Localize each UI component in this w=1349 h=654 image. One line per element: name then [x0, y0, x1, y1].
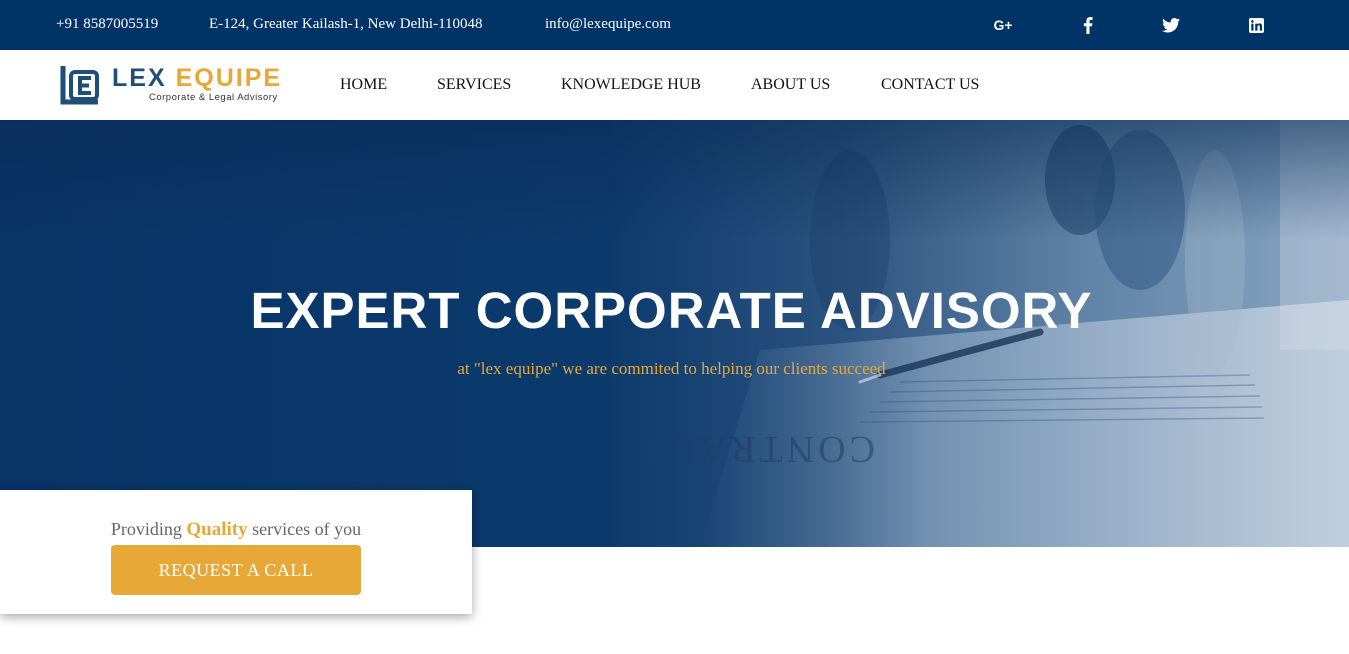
contract-watermark: CONTRACT: [638, 428, 875, 470]
phone-number[interactable]: +91 8587005519: [56, 16, 158, 33]
linkedin-icon[interactable]: [1244, 14, 1268, 36]
nav-knowledge-hub[interactable]: KNOWLEDGE HUB: [561, 76, 701, 94]
top-bar: +91 8587005519 E-124, Greater Kailash-1,…: [0, 0, 1349, 50]
nav-about-us[interactable]: ABOUT US: [751, 76, 830, 94]
logo-mark-icon: [60, 66, 99, 105]
hero-subtitle: at "lex equipe" we are commited to helpi…: [457, 359, 886, 378]
google-plus-icon[interactable]: G+: [991, 14, 1015, 36]
address: E-124, Greater Kailash-1, New Delhi-1100…: [209, 16, 483, 32]
nav-contact-us[interactable]: CONTACT US: [881, 76, 979, 94]
main-header: LEX EQUIPE Corporate & Legal Advisory HO…: [0, 50, 1349, 120]
hero-banner: CONTRACT EXPERT CORPORATE ADVISORY at "l…: [0, 120, 1349, 547]
quality-tagline: Providing Quality services of you: [0, 519, 472, 541]
nav-services[interactable]: SERVICES: [437, 76, 511, 94]
tagline-prefix: Providing: [110, 519, 187, 539]
email-link[interactable]: info@lexequipe.com: [545, 16, 671, 33]
logo-tagline: Corporate & Legal Advisory: [149, 92, 278, 103]
twitter-icon[interactable]: [1159, 14, 1183, 36]
logo-wordmark: LEX EQUIPE: [112, 64, 282, 92]
logo-word-lex: LEX: [112, 64, 167, 92]
request-a-call-button[interactable]: REQUEST A CALL: [111, 545, 361, 595]
quality-highlight: Quality: [186, 519, 248, 540]
request-call-card: Providing Quality services of you REQUES…: [0, 490, 472, 614]
logo-word-equipe: EQUIPE: [175, 64, 283, 92]
hero-title: EXPERT CORPORATE ADVISORY: [250, 282, 1093, 339]
logo[interactable]: LEX EQUIPE Corporate & Legal Advisory: [60, 64, 285, 106]
facebook-icon[interactable]: [1076, 14, 1100, 36]
nav-home[interactable]: HOME: [340, 76, 387, 94]
tagline-suffix: services of you: [247, 519, 362, 539]
